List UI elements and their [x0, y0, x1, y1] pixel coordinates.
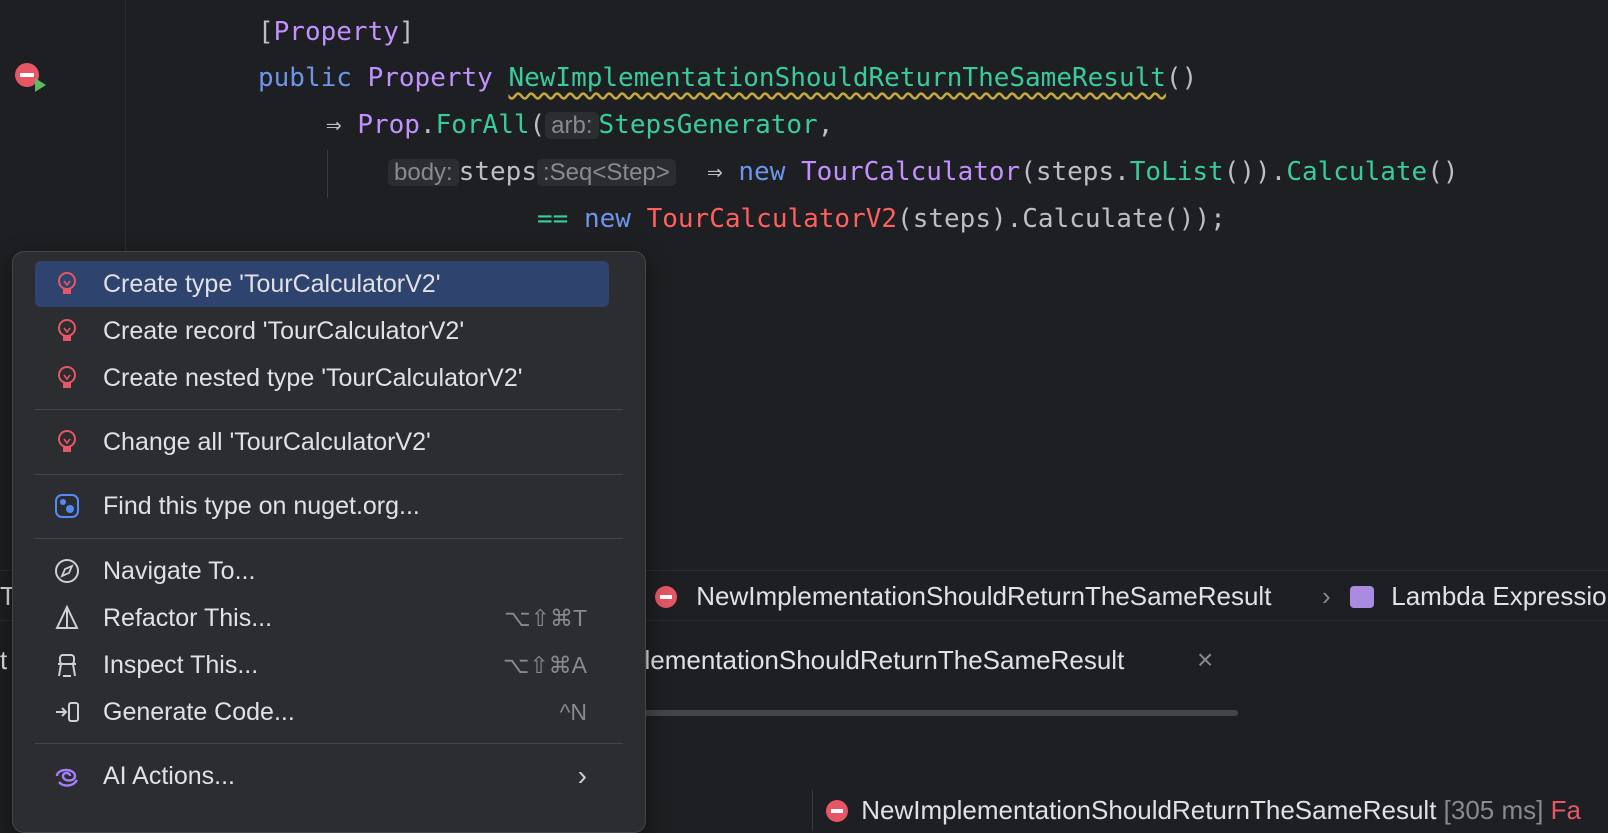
- menu-item-label: Change all 'TourCalculatorV2': [103, 428, 431, 456]
- breadcrumb-separator: ›: [1322, 581, 1331, 611]
- menu-item-create-nested-type[interactable]: Create nested type 'TourCalculatorV2': [35, 355, 645, 401]
- code-line-4[interactable]: body: steps:Seq<Step> ⇒ new TourCalculato…: [388, 152, 1459, 192]
- code-line-2[interactable]: public Property NewImplementationShouldR…: [258, 58, 1197, 98]
- menu-item-label: Inspect This...: [103, 651, 259, 679]
- indent-guide: [327, 150, 328, 198]
- code-line-5[interactable]: == new TourCalculatorV2(steps).Calculate…: [537, 199, 1226, 239]
- failed-test-icon: [826, 800, 848, 822]
- panel-divider[interactable]: [812, 790, 813, 830]
- breadcrumb-method-label: NewImplementationShouldReturnTheSameResu…: [696, 581, 1272, 611]
- parameter-hint: arb:: [545, 112, 599, 139]
- menu-item-label: Find this type on nuget.org...: [103, 492, 420, 520]
- ai-icon: [55, 768, 79, 787]
- menu-item-label: Navigate To...: [103, 557, 256, 585]
- menu-item-label: Refactor This...: [103, 604, 273, 632]
- class-name: Prop: [357, 110, 420, 140]
- parameter-hint: body:: [388, 159, 459, 186]
- compass-icon: [55, 559, 79, 583]
- breadcrumb-lambda-label: Lambda Expressio: [1391, 581, 1607, 611]
- tab-scrollbar[interactable]: [630, 710, 1238, 716]
- parens: (): [1165, 63, 1198, 93]
- test-result-row[interactable]: NewImplementationShouldReturnTheSameResu…: [826, 790, 1581, 830]
- keyword: new: [738, 157, 786, 187]
- return-type: Property: [367, 63, 493, 93]
- menu-item-refactor-this[interactable]: Refactor This... ⌥⇧⌘T: [35, 595, 645, 641]
- failed-test-icon: [655, 586, 677, 608]
- menu-item-ai-actions[interactable]: AI Actions... ›: [35, 753, 645, 799]
- menu-item-create-record[interactable]: Create record 'TourCalculatorV2': [35, 308, 645, 354]
- menu-item-create-type[interactable]: Create type 'TourCalculatorV2': [35, 261, 609, 307]
- paren: (: [529, 110, 546, 140]
- lambda-arrow: ⇒: [326, 110, 342, 140]
- keyword: new: [583, 204, 631, 234]
- truncated-text: t: [0, 645, 8, 675]
- menu-item-label: AI Actions...: [103, 762, 236, 790]
- code-line-3[interactable]: ⇒ Prop.ForAll(arb: StepsGenerator,: [326, 105, 833, 145]
- comma: ,: [817, 110, 834, 140]
- method-call: Calculate: [1286, 157, 1428, 187]
- lightbulb-icon: [58, 430, 76, 452]
- lambda-param: steps: [458, 157, 537, 187]
- operator: ==: [537, 204, 569, 234]
- test-status: Fa: [1550, 795, 1581, 825]
- test-duration: [305 ms]: [1443, 795, 1544, 825]
- menu-item-inspect-this[interactable]: Inspect This... ⌥⇧⌘A: [35, 642, 645, 688]
- code-text: (steps).Calculate());: [897, 204, 1226, 234]
- lightbulb-icon: [58, 366, 76, 388]
- breadcrumb-method[interactable]: NewImplementationShouldReturnTheSameResu…: [655, 571, 1271, 621]
- menu-separator: [35, 538, 623, 539]
- menu-item-label: Create record 'TourCalculatorV2': [103, 317, 465, 345]
- code-text: ()).: [1223, 157, 1287, 187]
- menu-item-navigate-to[interactable]: Navigate To...: [35, 548, 645, 594]
- method-call: ToList: [1129, 157, 1224, 187]
- menu-item-change-all[interactable]: Change all 'TourCalculatorV2': [35, 419, 645, 465]
- menu-separator: [35, 409, 623, 410]
- code-text: (steps.: [1020, 157, 1130, 187]
- menu-item-generate-code[interactable]: Generate Code... ^N: [35, 689, 645, 735]
- unresolved-class-name[interactable]: TourCalculatorV2: [647, 204, 897, 234]
- breadcrumb-lambda[interactable]: Lambda Expressio: [1350, 571, 1607, 621]
- parens: (): [1427, 157, 1459, 187]
- run-test-icon[interactable]: [35, 78, 46, 92]
- generate-icon: [56, 702, 79, 722]
- attribute-name: Property: [273, 17, 399, 47]
- quick-fix-popup: Create type 'TourCalculatorV2' Create re…: [12, 251, 646, 833]
- method-name: NewImplementationShouldReturnTheSameResu…: [508, 63, 1166, 93]
- refactor-icon: [55, 604, 79, 629]
- dot: .: [419, 110, 436, 140]
- argument: StepsGenerator: [598, 110, 818, 140]
- type-hint: :Seq<Step>: [537, 159, 676, 186]
- menu-item-label: Create nested type 'TourCalculatorV2': [103, 364, 523, 392]
- shortcut-hint: ⌥⇧⌘A: [502, 652, 587, 678]
- shortcut-hint: ^N: [559, 699, 587, 725]
- lightbulb-icon: [58, 272, 76, 294]
- bracket: ]: [398, 17, 415, 47]
- menu-item-find-nuget[interactable]: Find this type on nuget.org...: [35, 483, 645, 529]
- nuget-icon: [55, 494, 79, 518]
- inspect-icon: [58, 654, 76, 677]
- chevron-right-icon: ›: [577, 760, 587, 791]
- lambda-icon: [1350, 586, 1374, 608]
- tab-test-run[interactable]: plementationShouldReturnTheSameResult: [630, 621, 1124, 699]
- shortcut-hint: ⌥⇧⌘T: [504, 605, 587, 631]
- lambda-arrow: ⇒: [707, 157, 723, 187]
- test-name: NewImplementationShouldReturnTheSameResu…: [861, 795, 1437, 825]
- menu-separator: [35, 743, 623, 744]
- method-call: ForAll: [435, 110, 530, 140]
- close-icon[interactable]: ×: [1197, 621, 1213, 699]
- lightbulb-icon: [58, 319, 76, 341]
- menu-separator: [35, 474, 623, 475]
- menu-item-label: Create type 'TourCalculatorV2': [103, 270, 441, 298]
- bracket: [: [258, 17, 274, 47]
- class-name: TourCalculator: [801, 157, 1021, 187]
- code-line-1[interactable]: [Property]: [258, 12, 415, 52]
- keyword: public: [258, 63, 352, 93]
- menu-item-label: Generate Code...: [103, 698, 295, 726]
